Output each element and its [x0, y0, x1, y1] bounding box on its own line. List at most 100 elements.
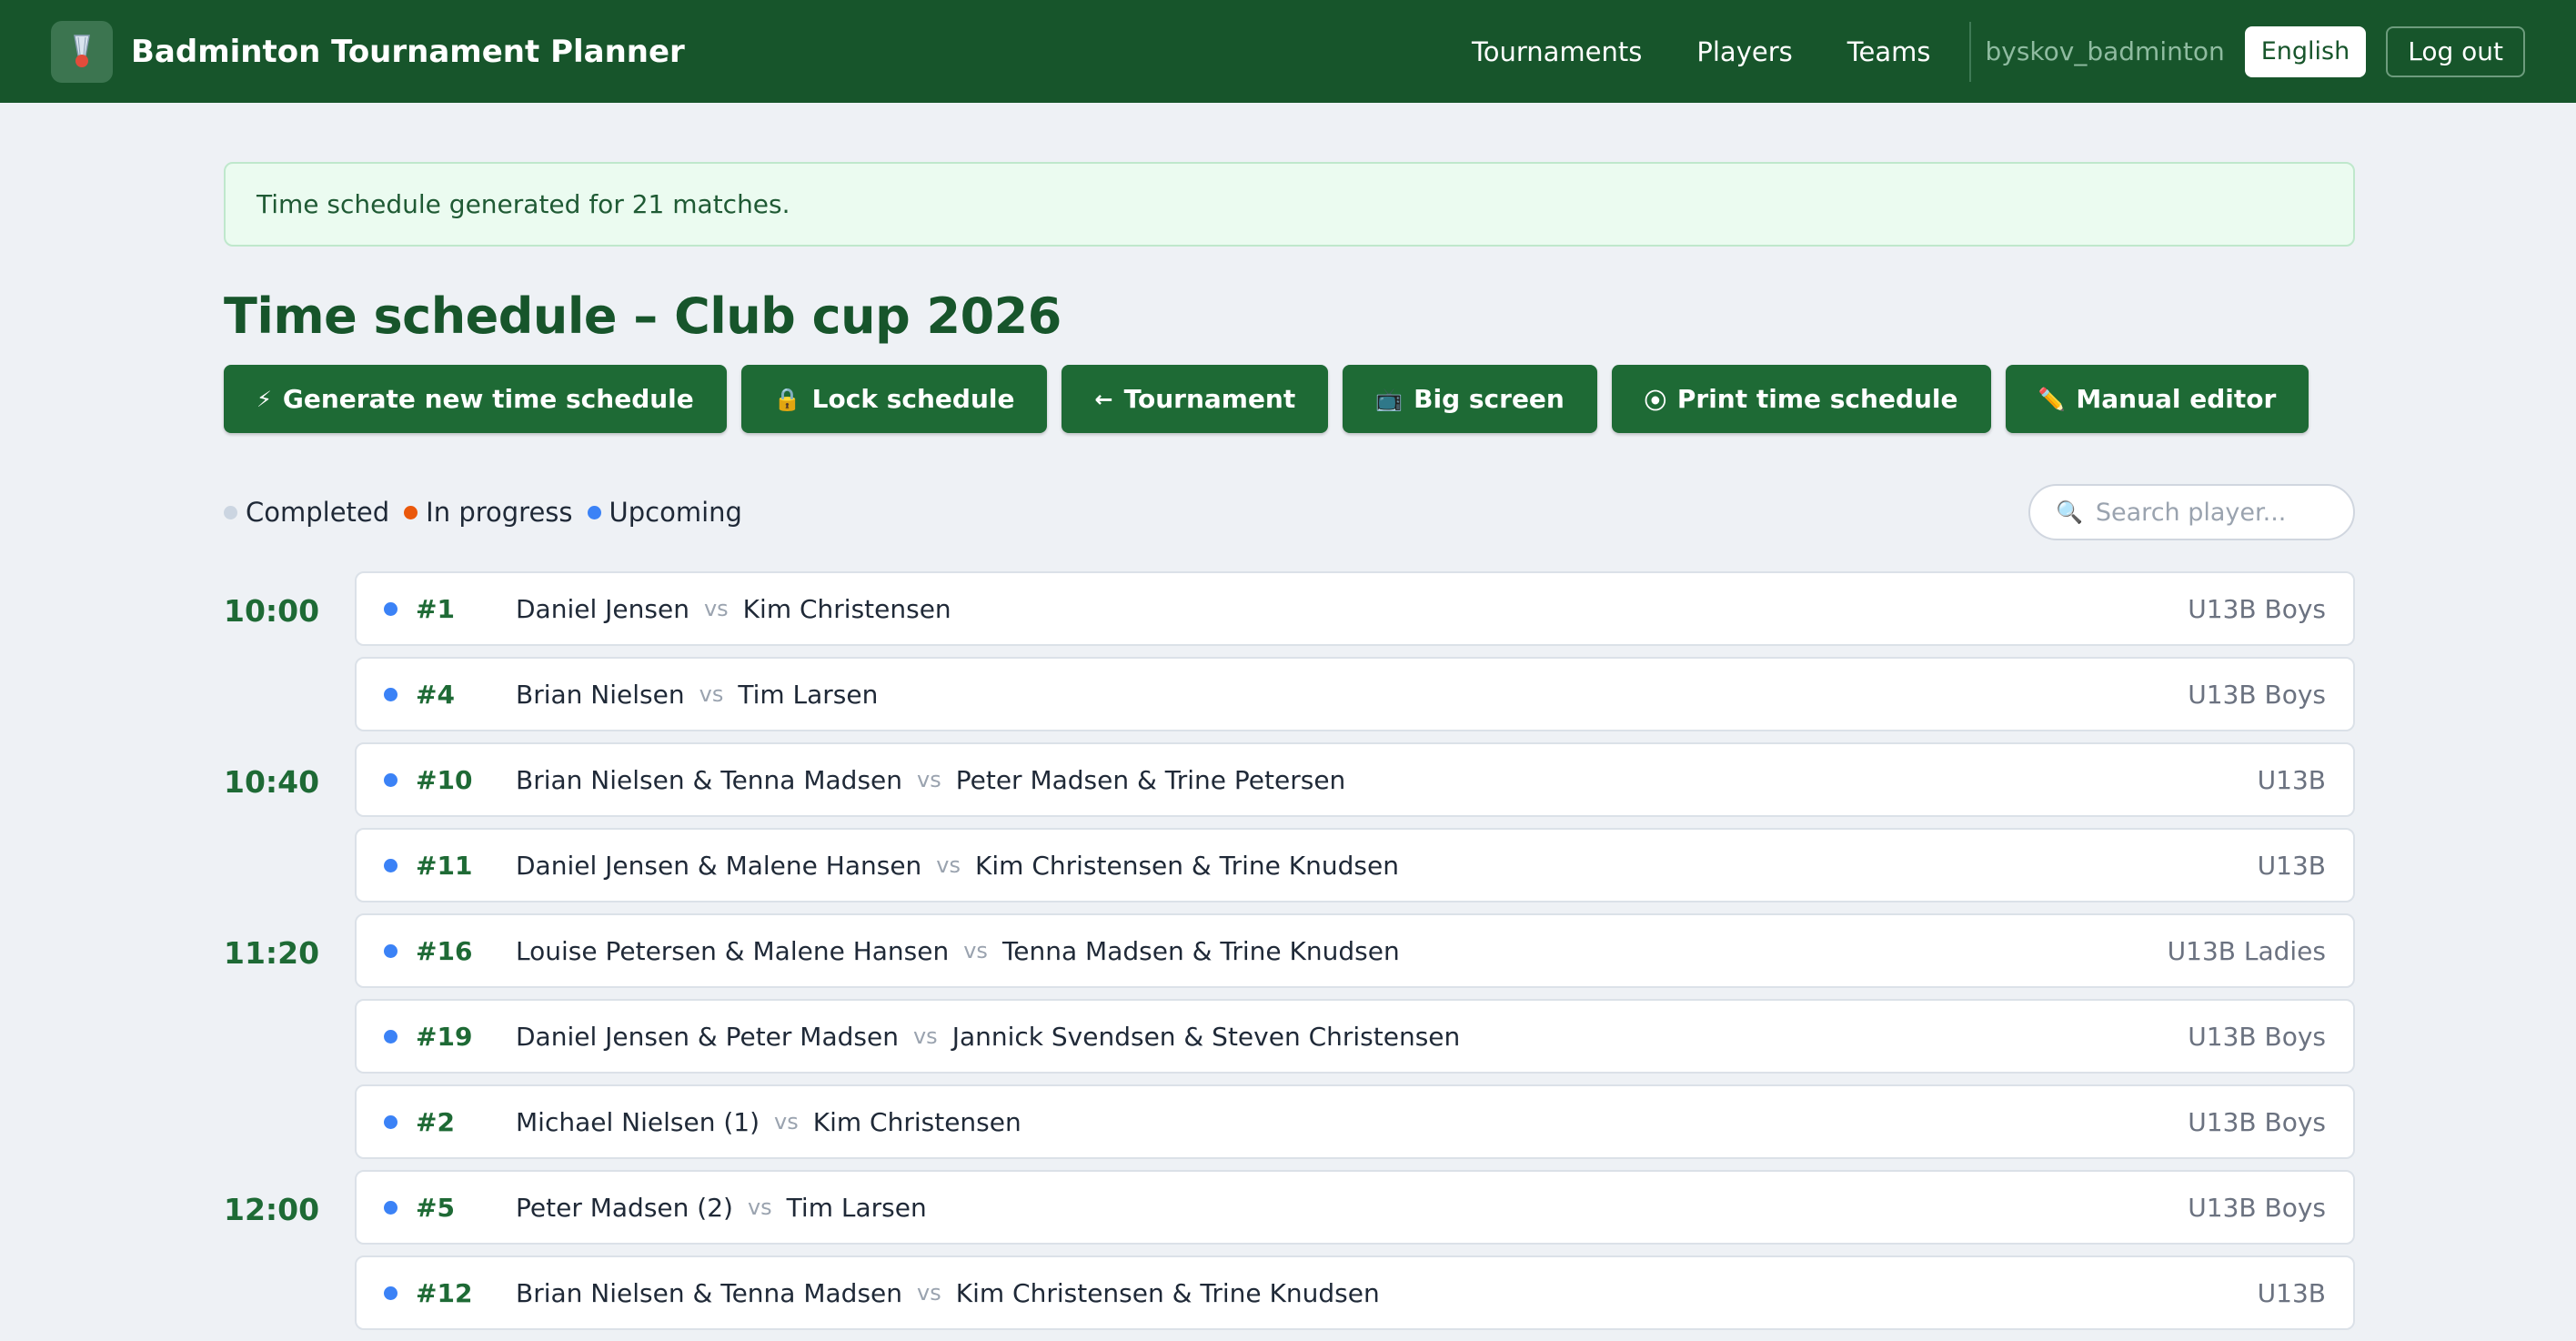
player-side-2: Kim Christensen: [742, 593, 951, 624]
player-side-1: Michael Nielsen (1): [516, 1106, 760, 1137]
vs-label: vs: [774, 1109, 799, 1134]
shuttlecock-logo-icon[interactable]: [51, 20, 113, 83]
match-row[interactable]: #11 Daniel Jensen & Malene Hansen vs Kim Ch…: [355, 828, 2355, 902]
time-slot: 10:00 #1 Daniel Jensen vs Kim Christensen U13…: [224, 571, 2355, 742]
arrow-left-icon: ←: [1094, 386, 1113, 412]
search-icon: 🔍: [2056, 499, 2083, 525]
match-category: U13B Boys: [2188, 593, 2326, 624]
button-label: Manual editor: [2076, 384, 2277, 414]
button-label: Big screen: [1414, 384, 1565, 414]
player-side-2: Tenna Madsen & Trine Knudsen: [1001, 935, 1400, 966]
player-side-2: Kim Christensen & Trine Knudsen: [955, 1277, 1380, 1308]
alert-message: Time schedule generated for 21 matches.: [257, 189, 790, 219]
match-group: #10 Brian Nielsen & Tenna Madsen vs Peter M…: [355, 742, 2355, 913]
player-side-2: Jannick Svendsen & Steven Christensen: [951, 1021, 1461, 1052]
player-side-1: Daniel Jensen: [516, 593, 689, 624]
username: byskov_badminton: [1985, 36, 2225, 66]
print-schedule-button[interactable]: ⦿ Print time schedule: [1611, 365, 1991, 433]
player-side-1: Peter Madsen (2): [516, 1192, 733, 1223]
action-toolbar: ⚡ Generate new time schedule 🔒 Lock sche…: [224, 365, 2355, 433]
match-number: #19: [416, 1021, 473, 1052]
pencil-icon: ✏️: [2038, 386, 2066, 412]
main-content: Time schedule generated for 21 matches. …: [224, 103, 2355, 1341]
lock-schedule-button[interactable]: 🔒 Lock schedule: [740, 365, 1048, 433]
button-label: Generate new time schedule: [282, 384, 694, 414]
match-row[interactable]: #5 Peter Madsen (2) vs Tim Larsen U13B Boys: [355, 1170, 2355, 1245]
vs-label: vs: [936, 852, 961, 878]
status-dot-icon: [587, 505, 601, 519]
search-placeholder: Search player...: [2095, 498, 2287, 527]
player-side-2: Tim Larsen: [738, 679, 879, 710]
match-category: U13B: [2257, 764, 2326, 795]
match-row[interactable]: #2 Michael Nielsen (1) vs Kim Christensen U1…: [355, 1084, 2355, 1159]
status-dot-icon: [224, 505, 237, 519]
player-side-1: Louise Petersen & Malene Hansen: [516, 935, 950, 966]
upcoming-status-icon: [384, 772, 397, 787]
match-number: #10: [416, 764, 473, 795]
status-dot-icon: [404, 505, 418, 519]
nav-players[interactable]: Players: [1696, 36, 1792, 67]
legend-label: Upcoming: [609, 497, 742, 528]
time-label: 10:00: [224, 593, 320, 629]
legend-label: Completed: [246, 497, 390, 528]
page-title: Time schedule – Club cup 2026: [224, 287, 1062, 345]
app-title[interactable]: Badminton Tournament Planner: [131, 34, 685, 70]
player-side-1: Daniel Jensen & Peter Madsen: [516, 1021, 899, 1052]
match-number: #5: [416, 1192, 455, 1223]
big-screen-button[interactable]: 📺 Big screen: [1343, 365, 1597, 433]
upcoming-status-icon: [384, 943, 397, 958]
manual-editor-button[interactable]: ✏️ Manual editor: [2005, 365, 2309, 433]
vs-label: vs: [917, 767, 941, 792]
button-label: Print time schedule: [1676, 384, 1958, 414]
schedule-list: 10:00 #1 Daniel Jensen vs Kim Christensen U13…: [224, 571, 2355, 1341]
language-button[interactable]: English: [2244, 25, 2367, 77]
time-label: 10:40: [224, 764, 320, 800]
vs-label: vs: [703, 596, 729, 621]
match-category: U13B: [2257, 1277, 2326, 1308]
tv-icon: 📺: [1375, 386, 1404, 412]
player-side-1: Brian Nielsen & Tenna Madsen: [516, 764, 903, 795]
legend-in-progress: In progress: [404, 497, 573, 528]
upcoming-status-icon: [384, 1114, 397, 1129]
nav-divider: [1968, 21, 1971, 82]
match-category: U13B Boys: [2188, 1021, 2326, 1052]
match-category: U13B Boys: [2188, 1192, 2326, 1223]
print-icon: ⦿: [1644, 388, 1666, 414]
match-category: U13B: [2257, 850, 2326, 881]
legend-label: In progress: [426, 497, 573, 528]
generate-schedule-button[interactable]: ⚡ Generate new time schedule: [224, 365, 727, 433]
lightning-icon: ⚡: [257, 386, 272, 412]
match-row[interactable]: #1 Daniel Jensen vs Kim Christensen U13B Boy…: [355, 571, 2355, 646]
vs-label: vs: [912, 1023, 938, 1049]
button-label: Lock schedule: [811, 384, 1015, 414]
match-number: #16: [416, 935, 473, 966]
match-group: #1 Daniel Jensen vs Kim Christensen U13B Boy…: [355, 571, 2355, 742]
match-number: #4: [416, 679, 455, 710]
player-side-2: Tim Larsen: [786, 1192, 927, 1223]
vs-label: vs: [747, 1195, 772, 1220]
nav-tournaments[interactable]: Tournaments: [1472, 36, 1642, 67]
upcoming-status-icon: [384, 1200, 397, 1215]
match-row[interactable]: #16 Louise Petersen & Malene Hansen vs Tenn…: [355, 913, 2355, 988]
legend-upcoming: Upcoming: [587, 497, 742, 528]
logout-button[interactable]: Log out: [2386, 25, 2525, 77]
success-alert: Time schedule generated for 21 matches.: [224, 162, 2355, 247]
main-nav: Tournaments Players Teams byskov_badmint…: [1417, 21, 2525, 82]
match-number: #12: [416, 1277, 473, 1308]
match-row[interactable]: #12 Brian Nielsen & Tenna Madsen vs Kim Chr…: [355, 1255, 2355, 1330]
player-side-2: Kim Christensen: [812, 1106, 1021, 1137]
search-input[interactable]: 🔍 Search player...: [2028, 484, 2355, 540]
nav-teams[interactable]: Teams: [1847, 36, 1931, 67]
match-row[interactable]: #19 Daniel Jensen & Peter Madsen vs Jannick…: [355, 999, 2355, 1074]
button-label: Tournament: [1123, 384, 1296, 414]
vs-label: vs: [917, 1280, 941, 1306]
time-slot: 11:20 #16 Louise Petersen & Malene Hansen v…: [224, 913, 2355, 1170]
tournament-button[interactable]: ← Tournament: [1062, 365, 1329, 433]
match-row[interactable]: #10 Brian Nielsen & Tenna Madsen vs Peter M…: [355, 742, 2355, 817]
time-label: 11:20: [224, 935, 320, 971]
time-slot: 10:40 #10 Brian Nielsen & Tenna Madsen vs Pe…: [224, 742, 2355, 913]
upcoming-status-icon: [384, 1286, 397, 1300]
time-label: 12:00: [224, 1192, 320, 1227]
vs-label: vs: [963, 938, 988, 963]
match-row[interactable]: #4 Brian Nielsen vs Tim Larsen U13B Boys: [355, 657, 2355, 731]
